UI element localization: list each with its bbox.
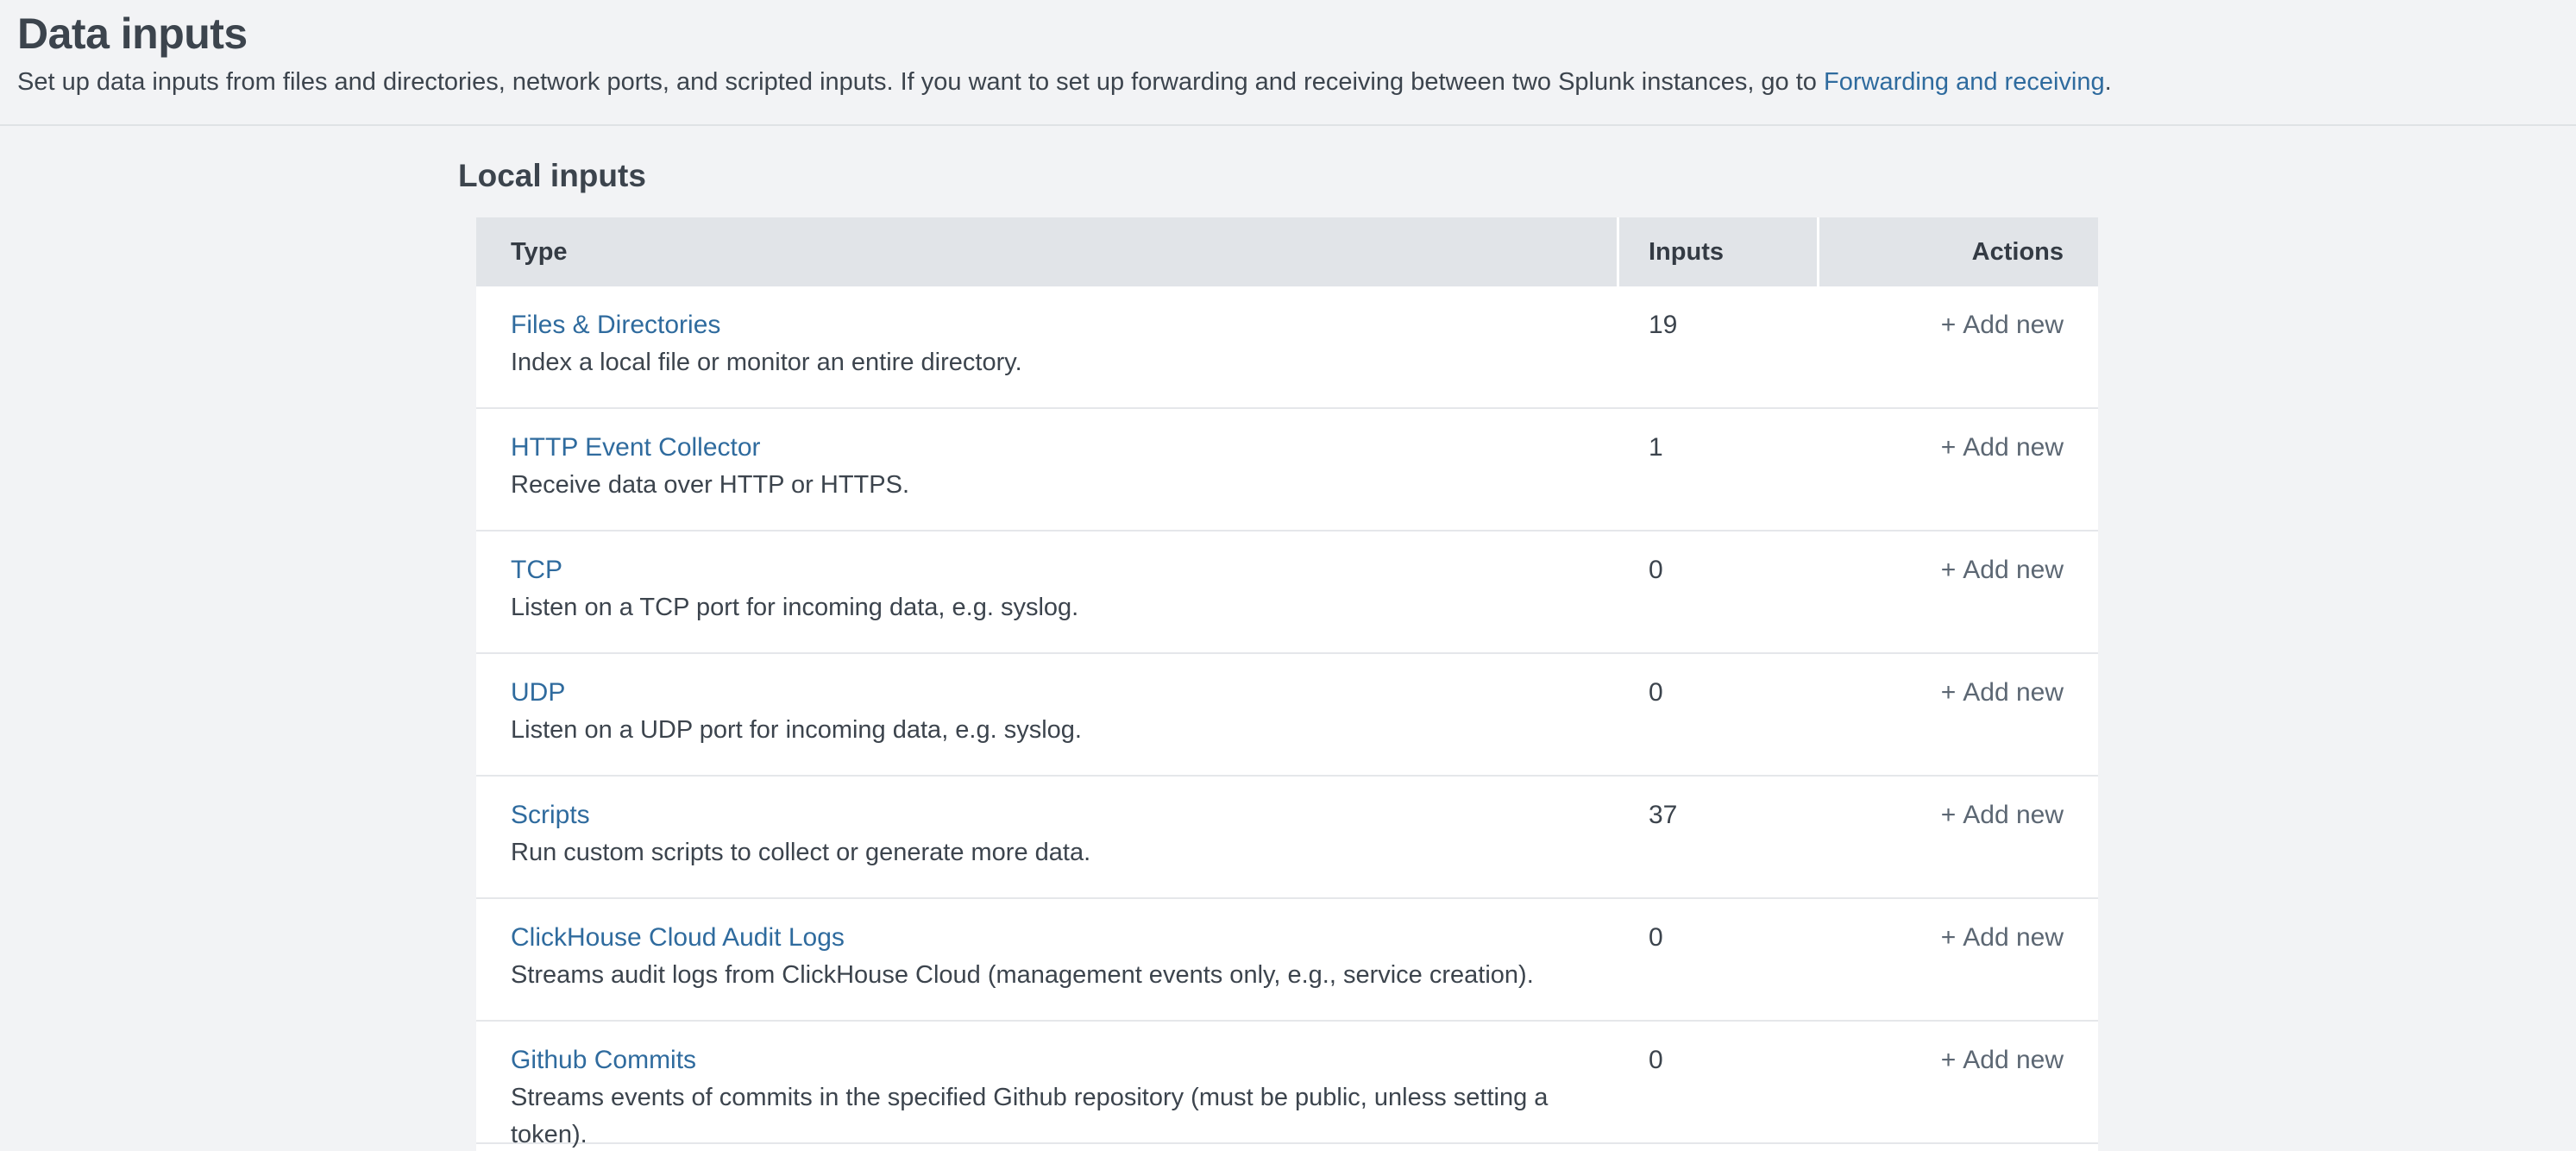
- inputs-count: 0: [1617, 531, 1817, 652]
- add-new-label: Add new: [1963, 433, 2064, 462]
- page-title: Data inputs: [17, 7, 2541, 60]
- inputs-count: 19: [1617, 286, 1817, 407]
- input-type-link-scripts[interactable]: Scripts: [511, 796, 590, 834]
- type-cell: Files & Directories Index a local file o…: [476, 286, 1617, 407]
- inputs-count: 0: [1617, 899, 1817, 1020]
- plus-icon: +: [1941, 678, 1957, 707]
- section-title: Local inputs: [458, 157, 2576, 195]
- subtitle-period: .: [2105, 68, 2112, 96]
- type-cell: ClickHouse Cloud Audit Logs Streams audi…: [476, 899, 1617, 1020]
- type-cell: TCP Listen on a TCP port for incoming da…: [476, 531, 1617, 652]
- plus-icon: +: [1941, 1046, 1957, 1074]
- column-header-type: Type: [476, 217, 1617, 286]
- table-header-row: Type Inputs Actions: [476, 217, 2098, 286]
- table-row: Scripts Run custom scripts to collect or…: [476, 777, 2098, 899]
- column-header-actions: Actions: [1817, 217, 2098, 286]
- input-type-link-http-event-collector[interactable]: HTTP Event Collector: [511, 428, 761, 467]
- input-type-link-github-commits[interactable]: Github Commits: [511, 1041, 696, 1079]
- add-new-label: Add new: [1963, 556, 2064, 584]
- forwarding-and-receiving-link[interactable]: Forwarding and receiving: [1824, 68, 2105, 96]
- add-new-label: Add new: [1963, 801, 2064, 829]
- subtitle-text: Set up data inputs from files and direct…: [17, 68, 1824, 96]
- actions-cell: +Add new: [1817, 654, 2098, 775]
- add-new-label: Add new: [1963, 923, 2064, 952]
- local-inputs-table: Type Inputs Actions Files & Directories …: [476, 217, 2098, 1151]
- add-new-button[interactable]: +Add new: [1941, 918, 2064, 957]
- column-header-inputs: Inputs: [1617, 217, 1817, 286]
- add-new-button[interactable]: +Add new: [1941, 796, 2064, 834]
- table-row: HTTP Event Collector Receive data over H…: [476, 409, 2098, 531]
- plus-icon: +: [1941, 923, 1957, 952]
- add-new-button[interactable]: +Add new: [1941, 305, 2064, 344]
- table-row: UDP Listen on a UDP port for incoming da…: [476, 654, 2098, 777]
- add-new-button[interactable]: +Add new: [1941, 1041, 2064, 1079]
- inputs-count: 0: [1617, 1022, 1817, 1151]
- input-type-link-tcp[interactable]: TCP: [511, 550, 562, 589]
- actions-cell: +Add new: [1817, 409, 2098, 530]
- input-type-description: Listen on a UDP port for incoming data, …: [511, 712, 1599, 749]
- input-type-description: Streams audit logs from ClickHouse Cloud…: [511, 957, 1599, 994]
- add-new-button[interactable]: +Add new: [1941, 550, 2064, 589]
- input-type-description: Index a local file or monitor an entire …: [511, 344, 1599, 381]
- input-type-description: Receive data over HTTP or HTTPS.: [511, 467, 1599, 504]
- actions-cell: +Add new: [1817, 777, 2098, 897]
- plus-icon: +: [1941, 801, 1957, 829]
- type-cell: Scripts Run custom scripts to collect or…: [476, 777, 1617, 897]
- input-type-link-files-directories[interactable]: Files & Directories: [511, 305, 720, 344]
- inputs-count: 1: [1617, 409, 1817, 530]
- type-cell: UDP Listen on a UDP port for incoming da…: [476, 654, 1617, 775]
- actions-cell: +Add new: [1817, 1022, 2098, 1151]
- add-new-label: Add new: [1963, 678, 2064, 707]
- input-type-description: Run custom scripts to collect or generat…: [511, 834, 1599, 871]
- input-type-description: Streams events of commits in the specifi…: [511, 1079, 1599, 1151]
- type-cell: HTTP Event Collector Receive data over H…: [476, 409, 1617, 530]
- add-new-label: Add new: [1963, 311, 2064, 339]
- page-header: Data inputs Set up data inputs from file…: [0, 0, 2576, 126]
- plus-icon: +: [1941, 311, 1957, 339]
- add-new-label: Add new: [1963, 1046, 2064, 1074]
- table-row: ClickHouse Cloud Audit Logs Streams audi…: [476, 899, 2098, 1022]
- add-new-button[interactable]: +Add new: [1941, 673, 2064, 712]
- page-subtitle: Set up data inputs from files and direct…: [17, 65, 2541, 99]
- plus-icon: +: [1941, 556, 1957, 584]
- add-new-button[interactable]: +Add new: [1941, 428, 2064, 467]
- type-cell: Github Commits Streams events of commits…: [476, 1022, 1617, 1151]
- main-content: Local inputs Type Inputs Actions Files &…: [0, 126, 2576, 1151]
- table-row: Github Commits Streams events of commits…: [476, 1022, 2098, 1144]
- input-type-description: Listen on a TCP port for incoming data, …: [511, 589, 1599, 626]
- actions-cell: +Add new: [1817, 286, 2098, 407]
- inputs-count: 0: [1617, 654, 1817, 775]
- table-row: Files & Directories Index a local file o…: [476, 286, 2098, 409]
- actions-cell: +Add new: [1817, 531, 2098, 652]
- input-type-link-udp[interactable]: UDP: [511, 673, 565, 712]
- inputs-count: 37: [1617, 777, 1817, 897]
- actions-cell: +Add new: [1817, 899, 2098, 1020]
- plus-icon: +: [1941, 433, 1957, 462]
- input-type-link-clickhouse-cloud-audit-logs[interactable]: ClickHouse Cloud Audit Logs: [511, 918, 845, 957]
- table-row: TCP Listen on a TCP port for incoming da…: [476, 531, 2098, 654]
